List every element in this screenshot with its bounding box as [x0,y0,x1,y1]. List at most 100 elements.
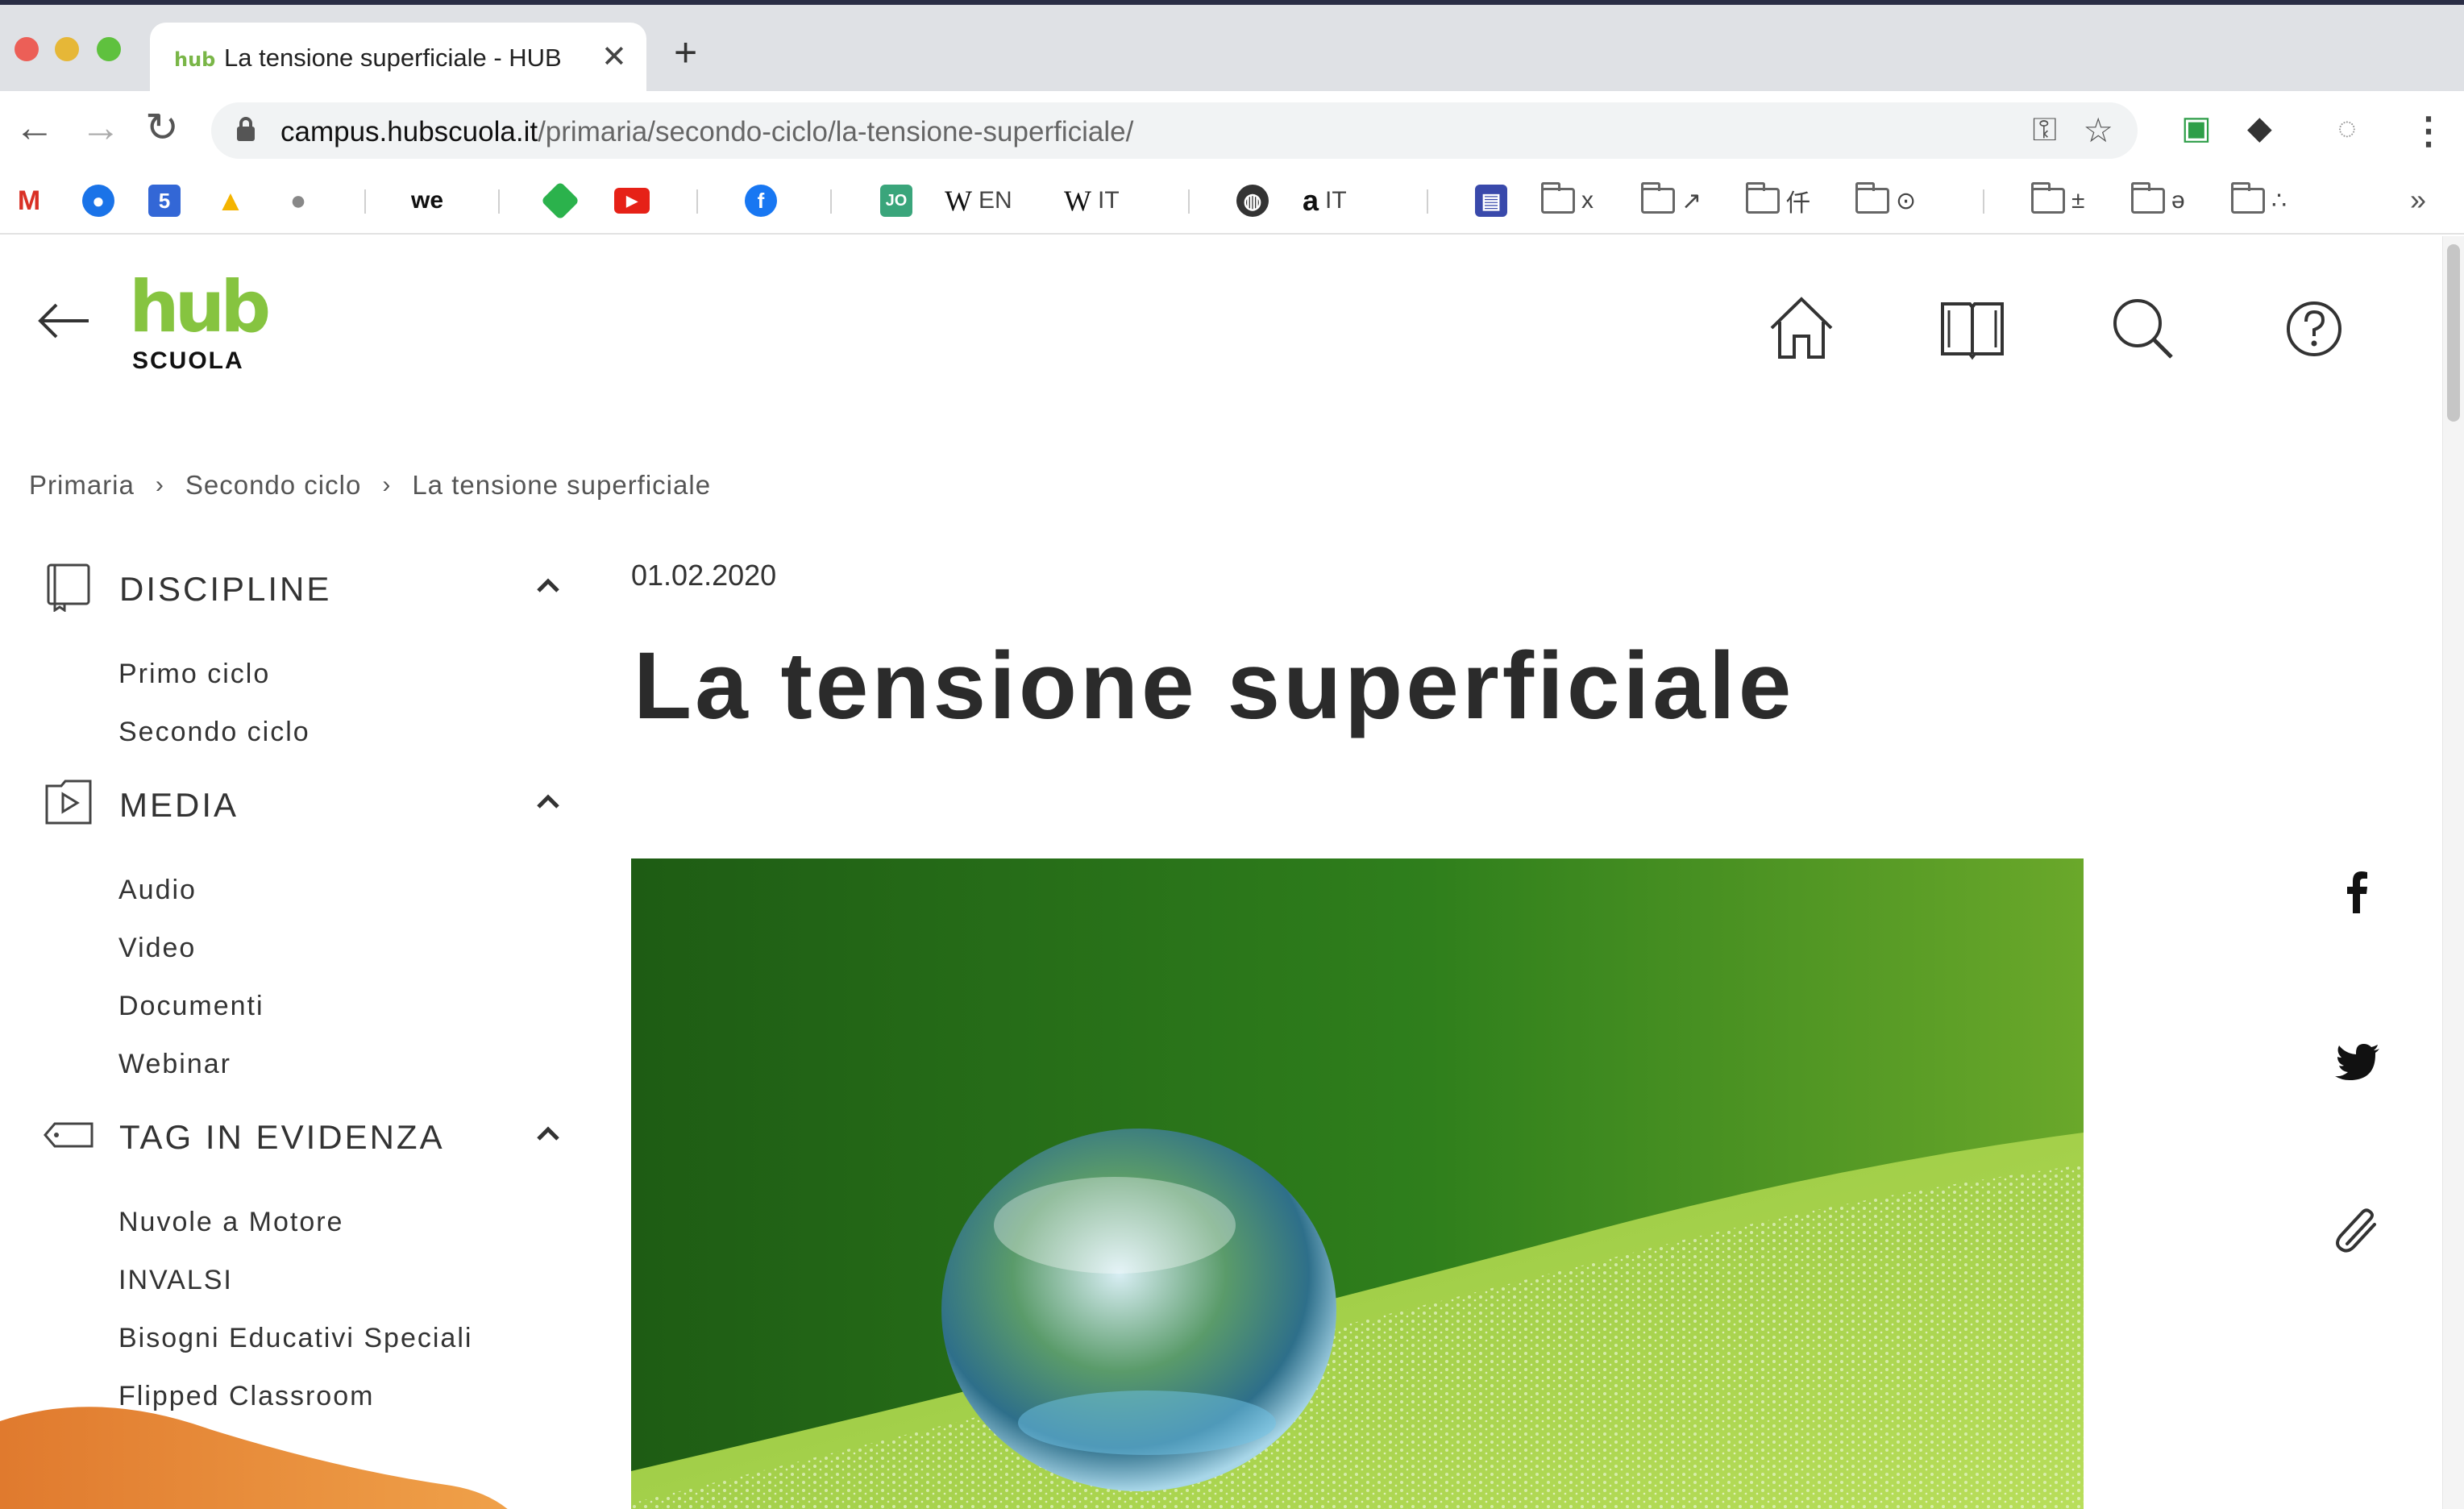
back-button[interactable]: ← [15,107,55,148]
breadcrumb-primaria[interactable]: Primaria [29,470,135,501]
bookmark-facebook[interactable]: f [745,183,777,218]
sidebar-item-invalsi[interactable]: INVALSI [118,1265,233,1296]
bookmark-separator [364,189,366,214]
tab-title: La tensione superficiale - HUB [224,44,562,72]
back-arrow-icon[interactable] [37,302,90,339]
breadcrumb-secondo-ciclo[interactable]: Secondo ciclo [185,470,361,501]
breadcrumb-chevron-icon: › [155,472,164,498]
bookmark-wiki-en-label: EN [978,187,1012,214]
sidebar-item-bisogni-educativi-speciali[interactable]: Bisogni Educativi Speciali [118,1323,472,1354]
bookmark-globe[interactable]: ◍ [1236,183,1269,218]
sidebar-item-webinar[interactable]: Webinar [118,1049,231,1080]
new-tab-button[interactable]: + [674,32,697,73]
gmail-icon: M [13,185,45,217]
book-open-icon[interactable] [1936,293,2009,365]
bookmark-folder-7[interactable]: ∴ [2231,182,2287,218]
facebook-share-icon[interactable] [2329,863,2386,920]
bookmark-layout[interactable]: ▤ [1475,183,1507,218]
bookmark-wikipedia-en[interactable]: W EN [945,183,1012,218]
section-discipline-header[interactable]: DISCIPLINE [44,559,575,615]
section-media-title: MEDIA [119,786,239,824]
bookmark-wikipedia-it[interactable]: W IT [1064,183,1120,218]
close-tab-icon[interactable]: ✕ [601,39,627,75]
sidebar-item-documenti[interactable]: Documenti [118,991,264,1022]
bookmark-apple[interactable]: ● [282,183,314,218]
folder-icon [2231,182,2265,214]
paperclip-icon[interactable] [2329,1202,2386,1258]
sidebar-item-primo-ciclo[interactable]: Primo ciclo [118,659,270,690]
article-date: 01.02.2020 [631,559,777,592]
section-media-header[interactable]: MEDIA [44,775,575,831]
folder-label: ↗ [1681,187,1702,214]
folder-label: 仟 [1786,190,1810,217]
bookmark-separator [498,189,500,214]
chevron-up-icon[interactable] [534,792,563,812]
active-tab[interactable]: hub La tensione superficiale - HUB ✕ [150,23,646,96]
wikipedia-icon: W [1064,185,1091,217]
bookmark-folder-4[interactable]: ⊙ [1855,182,1917,218]
close-window-button[interactable] [15,37,39,61]
chevron-up-icon[interactable] [534,576,563,596]
bookmark-youtube[interactable]: ▶ [614,183,650,218]
key-icon[interactable]: ⚿ [2033,112,2057,148]
help-icon[interactable] [2278,293,2350,365]
bookmark-folder-1[interactable]: x [1541,182,1593,218]
bookmark-calendar[interactable]: 5 [148,183,181,218]
breadcrumb: Primaria › Secondo ciclo › La tensione s… [29,470,711,501]
bookmark-drive[interactable]: ▲ [214,183,247,218]
bookmark-folder-5[interactable]: ± [2031,182,2084,218]
folder-icon [1641,182,1675,214]
bookmark-gmail[interactable]: M [13,183,45,218]
tab-strip: hub La tensione superficiale - HUB ✕ + [0,5,2464,96]
bookmark-amazon[interactable]: a IT [1303,183,1347,218]
bookmark-separator [1427,189,1428,214]
address-bar[interactable]: campus.hubscuola.it/primaria/secondo-cic… [211,102,2138,159]
breadcrumb-chevron-icon: › [382,472,392,498]
sidebar-item-audio[interactable]: Audio [118,875,197,906]
more-bookmarks-icon[interactable]: » [2410,183,2426,217]
reload-button[interactable]: ↻ [145,107,179,148]
apple-icon: ● [282,185,314,217]
sidebar-item-secondo-ciclo[interactable]: Secondo ciclo [118,717,310,748]
scrollbar-thumb[interactable] [2447,244,2460,422]
twitter-share-icon[interactable] [2329,1034,2386,1091]
minimize-window-button[interactable] [55,37,79,61]
profile-avatar-icon[interactable]: ◌ [2337,112,2357,144]
drive-icon: ▲ [214,184,247,217]
wikipedia-icon: W [945,185,972,217]
breadcrumb-current: La tensione superficiale [412,470,712,500]
bookmarks-bar: M ● 5 ▲ ● we ▶ f JO W EN W IT ◍ a IT ▤ x ↗ … [0,168,2464,235]
search-icon[interactable] [2105,293,2178,365]
bookmark-feedly[interactable] [540,181,580,221]
home-icon[interactable] [1765,293,1838,365]
bookmark-we[interactable]: we [411,183,443,218]
sidebar-item-nuvole-a-motore[interactable]: Nuvole a Motore [118,1207,343,1238]
forward-button[interactable]: → [81,107,121,148]
lock-icon[interactable] [237,117,255,141]
bookmark-jo[interactable]: JO [880,183,912,218]
browser-menu-icon[interactable]: ⋮ [2410,109,2447,152]
page-scrollbar[interactable] [2442,236,2464,1509]
hubscuola-logo[interactable]: hub SCUOLA [129,272,271,375]
section-tag-header[interactable]: TAG IN EVIDENZA [44,1107,575,1163]
url-host: campus.hubscuola.it [280,116,538,148]
jo-icon: JO [880,185,912,217]
chevron-up-icon[interactable] [534,1124,563,1144]
sidebar-item-video[interactable]: Video [118,933,196,964]
folder-label: ⊙ [1896,187,1917,214]
bookmark-folder-2[interactable]: ↗ [1641,182,1702,218]
bookmark-separator [830,189,832,214]
extension-evernote-icon[interactable]: ▣ [2181,112,2212,144]
extension-wolf-icon[interactable]: ◆ [2247,112,2272,144]
hub-favicon-icon: hub [174,48,216,71]
bookmark-contacts[interactable]: ● [82,183,114,218]
bookmark-amazon-label: IT [1325,187,1347,214]
bookmark-folder-3[interactable]: 仟 [1746,182,1810,218]
article-title: La tensione superficiale [634,633,1795,739]
bookmark-folder-6[interactable]: ə [2131,182,2185,218]
url-text[interactable]: campus.hubscuola.it/primaria/secondo-cic… [280,116,1133,148]
zoom-window-button[interactable] [97,37,121,61]
bookmark-we-label: we [411,187,444,214]
folder-label: x [1581,187,1593,214]
bookmark-star-icon[interactable]: ☆ [2083,110,2113,150]
